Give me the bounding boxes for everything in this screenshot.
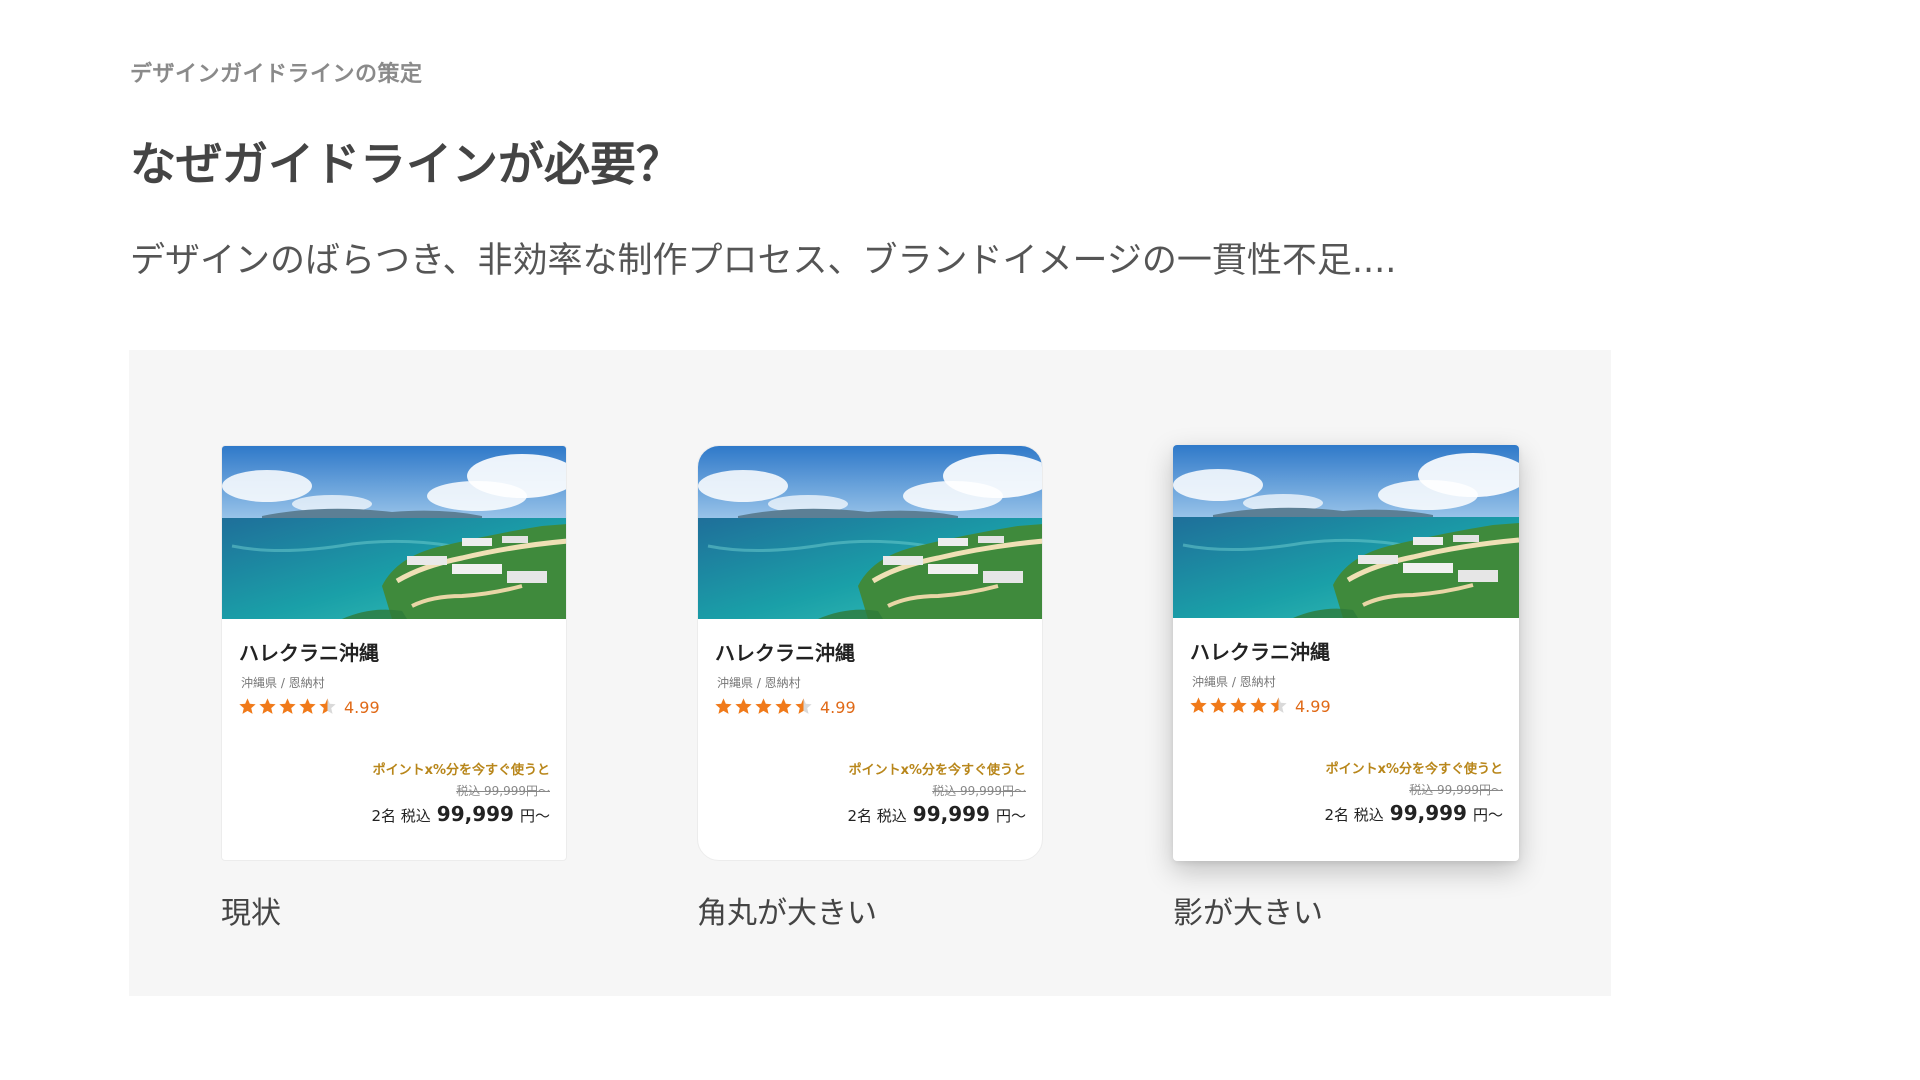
hotel-location: 沖縄県 / 恩納村: [241, 676, 325, 690]
price-row: 2名 税込 99,999 円〜: [847, 802, 1026, 826]
star-icon: [1189, 696, 1208, 715]
hotel-name: ハレクラニ沖縄: [715, 641, 855, 665]
star-icon: [774, 697, 793, 716]
points-promo: ポイントx%分を今すぐ使うと: [1325, 762, 1503, 777]
rating-score: 4.99: [344, 698, 380, 717]
star-icon: [1249, 696, 1268, 715]
rating-score: 4.99: [820, 698, 856, 717]
star-rating: [1189, 696, 1288, 716]
star-icon: [794, 697, 813, 716]
price-row: 2名 税込 99,999 円〜: [371, 802, 550, 826]
price-amount: 99,999: [436, 802, 514, 826]
hotel-card-large-shadow[interactable]: ハレクラニ沖縄 沖縄県 / 恩納村 4.99 ポイントx%分を今すぐ使うと 税込…: [1173, 445, 1519, 861]
star-icon: [318, 697, 337, 716]
star-rating: [238, 697, 337, 717]
original-price: 税込 99,999円〜: [1409, 783, 1503, 797]
price-unit: 円〜: [995, 807, 1026, 825]
hotel-card-current[interactable]: ハレクラニ沖縄 沖縄県 / 恩納村 4.99 ポイントx%分を今すぐ使うと 税込…: [221, 445, 567, 861]
original-price: 税込 99,999円〜: [932, 784, 1026, 798]
hotel-name: ハレクラニ沖縄: [239, 641, 379, 665]
price-unit: 円〜: [519, 807, 550, 825]
star-icon: [1209, 696, 1228, 715]
star-icon: [1229, 696, 1248, 715]
star-icon: [734, 697, 753, 716]
star-icon: [298, 697, 317, 716]
star-icon: [278, 697, 297, 716]
price-unit: 円〜: [1472, 806, 1503, 824]
price-row: 2名 税込 99,999 円〜: [1324, 801, 1503, 825]
star-icon: [754, 697, 773, 716]
guest-count: 2名 税込: [371, 807, 431, 825]
hotel-card-large-radius[interactable]: ハレクラニ沖縄 沖縄県 / 恩納村 4.99 ポイントx%分を今すぐ使うと 税込…: [697, 445, 1043, 861]
guest-count: 2名 税込: [847, 807, 907, 825]
star-icon: [1269, 696, 1288, 715]
price-amount: 99,999: [912, 802, 990, 826]
guest-count: 2名 税込: [1324, 806, 1384, 824]
eyebrow-label: デザインガイドラインの策定: [130, 62, 423, 87]
hotel-photo: [1173, 445, 1519, 618]
caption-current: 現状: [221, 896, 281, 931]
points-promo: ポイントx%分を今すぐ使うと: [372, 763, 550, 778]
hotel-name: ハレクラニ沖縄: [1190, 640, 1330, 664]
points-promo: ポイントx%分を今すぐ使うと: [848, 763, 1026, 778]
page-title: なぜガイドラインが必要？: [130, 137, 682, 191]
original-price: 税込 99,999円〜: [456, 784, 550, 798]
price-amount: 99,999: [1389, 801, 1467, 825]
star-rating: [714, 697, 813, 717]
comparison-panel: ハレクラニ沖縄 沖縄県 / 恩納村 4.99 ポイントx%分を今すぐ使うと 税込…: [129, 350, 1611, 996]
hotel-location: 沖縄県 / 恩納村: [717, 676, 801, 690]
star-icon: [714, 697, 733, 716]
star-icon: [258, 697, 277, 716]
star-icon: [238, 697, 257, 716]
hotel-photo: [698, 446, 1043, 619]
rating-score: 4.99: [1295, 697, 1331, 716]
hotel-location: 沖縄県 / 恩納村: [1192, 675, 1276, 689]
lead-text: デザインのばらつき、非効率な制作プロセス、ブランドイメージの一貫性不足....: [130, 241, 1397, 281]
caption-large-shadow: 影が大きい: [1173, 896, 1323, 931]
hotel-photo: [222, 446, 567, 619]
caption-large-radius: 角丸が大きい: [697, 896, 877, 931]
